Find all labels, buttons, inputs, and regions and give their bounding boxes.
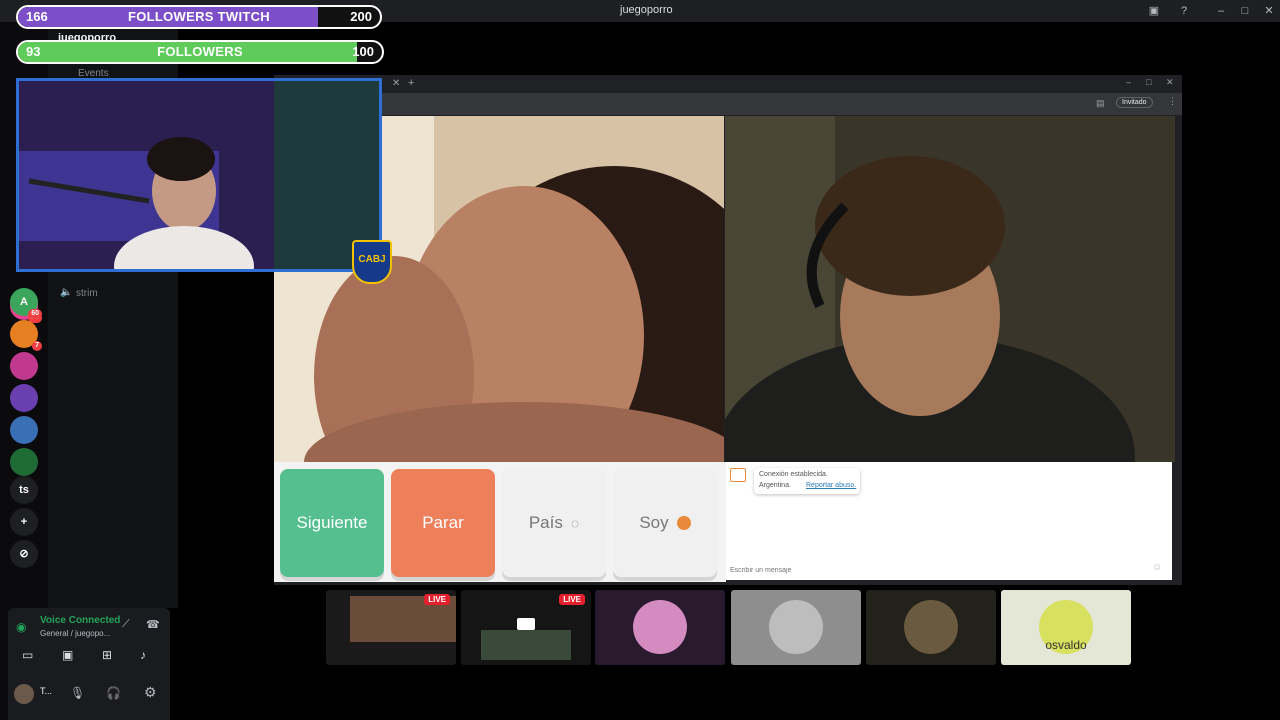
mic-icon[interactable]: 🎙 [70,686,85,700]
boy-icon [676,516,691,530]
server-icon[interactable]: ts [10,476,38,504]
voice-channel-path[interactable]: General / juegopo... [40,629,110,638]
server-icon[interactable]: A 60 [10,288,42,319]
participant-tile[interactable] [866,590,996,665]
browser-maximize-icon[interactable]: □ [1146,77,1151,87]
self-video [725,116,1175,462]
browser-minimize-icon[interactable]: – [1126,77,1131,87]
browser-close-icon[interactable]: ✕ [1166,77,1174,88]
system-message-bubble: Conexión establecida. Argentina. Reporta… [754,468,860,494]
self-video-frame [725,116,1175,462]
system-message: Conexión establecida. [759,471,828,478]
thumbnail-preview [481,630,571,660]
new-tab-icon[interactable]: + [408,77,414,89]
message-input[interactable] [728,562,1150,578]
chat-panel: Conexión establecida. Argentina. Reporta… [726,462,1172,580]
signal-icon: ◉ [16,620,27,634]
country-button[interactable]: País ◌ [502,469,606,577]
avatar [633,600,687,654]
participant-tile[interactable]: osvaldo [1001,590,1131,665]
partner-country: Argentina. [759,482,791,489]
unread-badge: 60 [28,309,42,319]
gender-label: Soy [639,513,669,532]
system-icon [730,468,746,482]
server-icon[interactable] [10,448,38,476]
server-icon[interactable] [10,384,38,412]
camera-off-icon[interactable]: ▭ [22,648,33,662]
stream-thumbnail[interactable]: LIVE [326,590,456,665]
disconnect-icon[interactable]: ☎ [146,618,160,631]
streamer-webcam [16,78,382,272]
chat-controls: Siguiente Parar País ◌ Soy [274,462,726,582]
report-abuse-link[interactable]: Reportar abuso. [806,482,856,489]
profile-button[interactable]: Invitado [1116,97,1153,108]
window-title: juegoporro [620,4,673,16]
participant-name: osvaldo [1045,638,1087,652]
add-server-icon[interactable]: + [10,508,38,536]
maximize-icon[interactable]: □ [1238,4,1252,18]
menu-icon[interactable]: ⋮ [1168,96,1177,107]
gender-button[interactable]: Soy [613,469,717,577]
browser-tabstrip: ✕ + – □ ✕ [274,75,1182,93]
username[interactable]: T... [40,686,52,696]
avatar [904,600,958,654]
twitch-label: FOLLOWERS TWITCH [128,9,270,24]
argentina-flag-icon: ◌ [570,515,580,531]
unread-badge: 7 [32,341,42,351]
live-badge: LIVE [424,594,450,605]
server-icon[interactable] [10,352,38,380]
minimize-icon[interactable]: – [1214,4,1228,18]
server-icon[interactable] [10,416,38,444]
tab-close-icon[interactable]: ✕ [392,78,400,89]
voice-status[interactable]: Voice Connected [40,615,120,626]
club-crest-logo: CABJ [352,240,392,284]
noise-icon[interactable]: ⟋ [122,618,130,631]
emoji-icon[interactable]: ☺ [1152,562,1162,573]
followers-goal: 100 [352,44,374,59]
stop-button[interactable]: Parar [391,469,495,577]
participant-tile[interactable] [731,590,861,665]
voice-panel: ◉ Voice Connected General / juegopo... ⟋… [8,608,170,720]
settings-gear-icon[interactable]: ⚙ [144,684,157,701]
live-badge: LIVE [559,594,585,605]
explore-icon[interactable]: ⊘ [10,540,38,568]
twitch-followers-bar: 166 FOLLOWERS TWITCH 200 [16,5,382,29]
screen-share-icon [517,618,535,630]
speaker-icon: 🔈 [60,287,73,298]
screen-share-icon[interactable]: ▣ [62,648,73,662]
activities-icon[interactable]: ⊞ [102,648,112,662]
twitch-goal: 200 [350,9,372,24]
avatar [769,600,823,654]
browser-toolbar: ▤ Invitado ⋮ [274,93,1182,115]
headset-icon[interactable]: 🎧 [106,686,121,700]
extensions-icon[interactable]: ▤ [1096,98,1105,109]
soundboard-icon[interactable]: ♪ [140,648,146,662]
server-icon[interactable]: 7 [10,320,42,351]
participant-tile[interactable] [595,590,725,665]
voice-channel-strim[interactable]: strim [76,288,98,299]
inbox-icon[interactable]: ▣ [1147,4,1161,18]
avatar[interactable] [14,684,34,704]
followers-label: FOLLOWERS [157,44,243,59]
stream-thumbnail[interactable]: LIVE [461,590,591,665]
country-label: País [528,513,563,532]
close-icon[interactable]: ✕ [1262,4,1276,18]
webcam-frame [19,81,379,269]
followers-bar: 93 FOLLOWERS 100 [16,40,384,64]
help-icon[interactable]: ? [1177,4,1191,18]
next-button[interactable]: Siguiente [280,469,384,577]
